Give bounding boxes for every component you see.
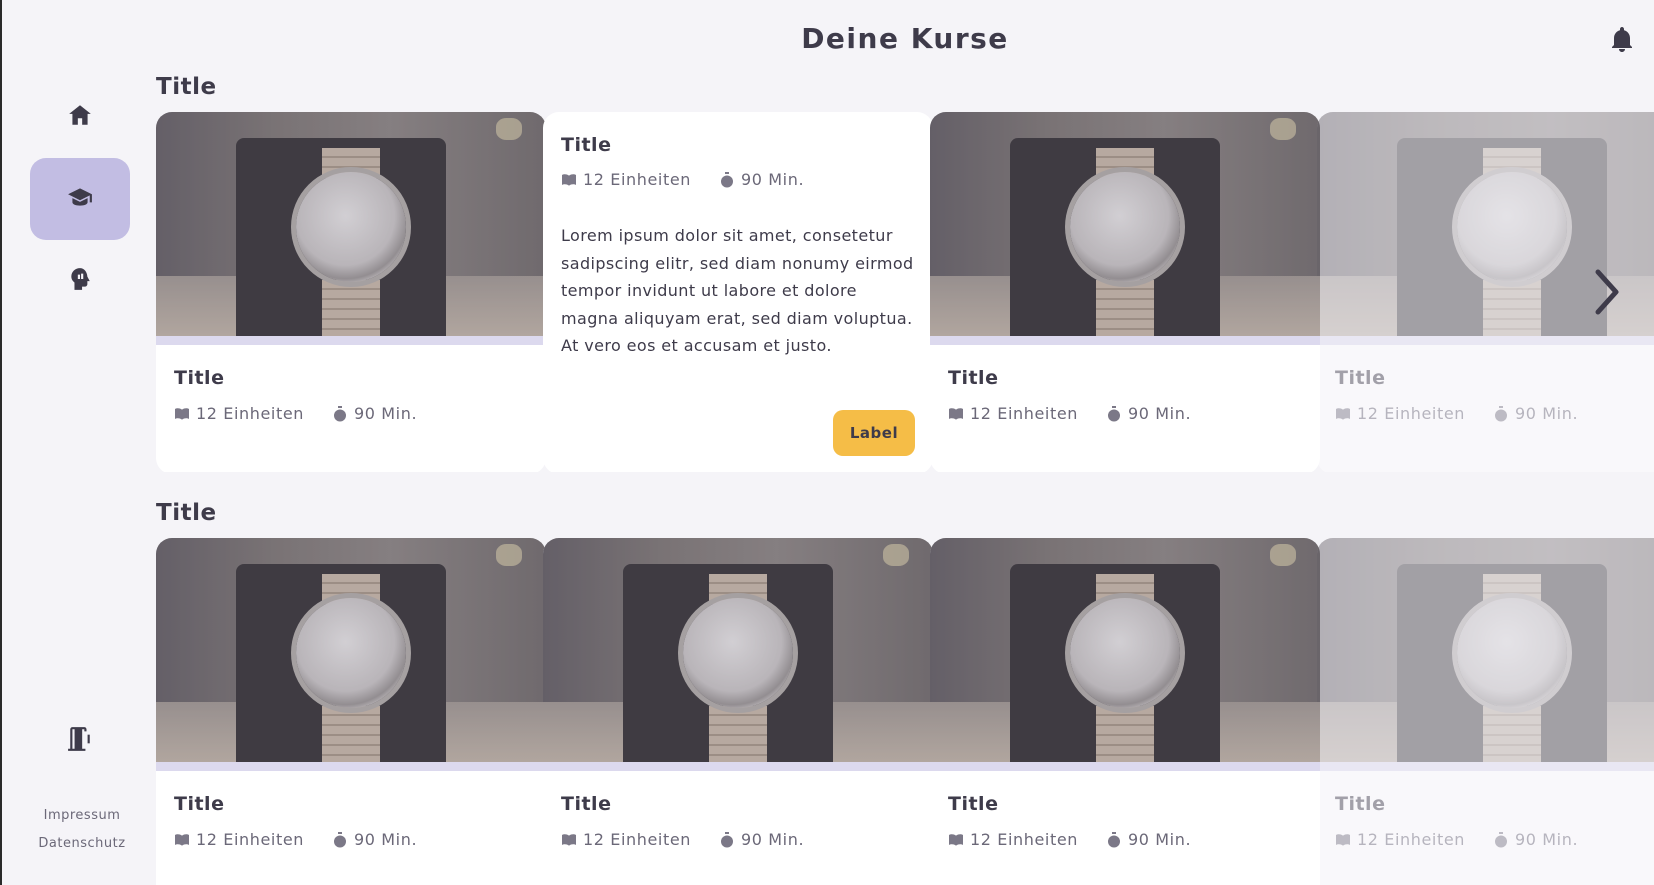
course-progress-bar xyxy=(930,762,1320,771)
course-progress-bar xyxy=(156,762,546,771)
course-card[interactable]: Title 12 Einheiten 90 Min. xyxy=(543,538,933,885)
course-duration: 90 Min. xyxy=(741,830,805,849)
course-meta: 12 Einheiten 90 Min. xyxy=(174,404,417,423)
course-title: Title xyxy=(948,367,999,389)
brain-head-icon xyxy=(67,266,93,296)
course-title: Title xyxy=(1335,793,1386,815)
course-units: 12 Einheiten xyxy=(196,404,305,423)
course-description: Lorem ipsum dolor sit amet, consetetur s… xyxy=(561,226,914,355)
course-progress-bar xyxy=(543,762,933,771)
course-title: Title xyxy=(948,793,999,815)
course-title: Title xyxy=(1335,367,1386,389)
course-progress-bar xyxy=(1317,336,1654,345)
book-icon xyxy=(948,406,964,422)
course-meta: 12 Einheiten 90 Min. xyxy=(1335,830,1578,849)
course-card[interactable]: Title 12 Einheiten 90 Min. xyxy=(930,112,1320,472)
course-duration: 90 Min. xyxy=(354,404,418,423)
course-image xyxy=(1317,538,1654,762)
bell-icon xyxy=(1610,27,1634,56)
section-title: Title xyxy=(156,500,217,526)
course-duration: 90 Min. xyxy=(1128,404,1192,423)
course-title: Title xyxy=(561,134,612,156)
course-card[interactable]: Title 12 Einheiten 90 Min. xyxy=(1317,538,1654,885)
exit-door-icon xyxy=(67,726,93,756)
course-progress-bar xyxy=(1317,762,1654,771)
course-units: 12 Einheiten xyxy=(196,830,305,849)
datenschutz-link[interactable]: Datenschutz xyxy=(2,836,162,851)
course-card[interactable]: Title 12 Einheiten 90 Min. xyxy=(930,538,1320,885)
course-image xyxy=(930,538,1320,762)
course-title: Title xyxy=(174,367,225,389)
sidebar: Impressum Datenschutz xyxy=(2,0,150,885)
book-icon xyxy=(948,832,964,848)
notifications-button[interactable] xyxy=(1610,26,1634,52)
course-label-button[interactable]: Label xyxy=(833,410,915,456)
course-duration: 90 Min. xyxy=(354,830,418,849)
logout-button[interactable] xyxy=(30,708,130,774)
course-duration: 90 Min. xyxy=(1515,830,1579,849)
course-progress-bar xyxy=(930,336,1320,345)
course-units: 12 Einheiten xyxy=(970,830,1079,849)
course-card[interactable]: Title 12 Einheiten 90 Min. xyxy=(156,538,546,885)
stopwatch-icon xyxy=(1106,405,1122,422)
stopwatch-icon xyxy=(719,831,735,848)
course-units: 12 Einheiten xyxy=(1357,830,1466,849)
course-duration: 90 Min. xyxy=(741,170,805,189)
book-icon xyxy=(561,172,577,188)
course-image xyxy=(930,112,1320,336)
book-icon xyxy=(1335,406,1351,422)
course-progress-bar xyxy=(156,336,546,345)
course-meta: 12 Einheiten 90 Min. xyxy=(174,830,417,849)
nav-courses[interactable] xyxy=(30,158,130,240)
stopwatch-icon xyxy=(332,405,348,422)
impressum-link[interactable]: Impressum xyxy=(2,808,162,823)
stopwatch-icon xyxy=(1493,831,1509,848)
course-units: 12 Einheiten xyxy=(583,830,692,849)
chevron-right-icon xyxy=(1592,269,1622,320)
stopwatch-icon xyxy=(719,171,735,188)
course-meta: 12 Einheiten 90 Min. xyxy=(561,830,804,849)
stopwatch-icon xyxy=(1106,831,1122,848)
stopwatch-icon xyxy=(332,831,348,848)
course-image xyxy=(156,538,546,762)
course-image xyxy=(543,538,933,762)
course-units: 12 Einheiten xyxy=(1357,404,1466,423)
nav-home[interactable] xyxy=(30,76,130,158)
book-icon xyxy=(1335,832,1351,848)
course-image xyxy=(156,112,546,336)
stopwatch-icon xyxy=(1493,405,1509,422)
course-duration: 90 Min. xyxy=(1515,404,1579,423)
course-card-expanded[interactable]: Title 12 Einheiten 90 Min. Lorem ipsum d… xyxy=(543,112,933,472)
graduation-cap-icon xyxy=(67,184,93,214)
book-icon xyxy=(174,406,190,422)
course-units: 12 Einheiten xyxy=(583,170,692,189)
course-row: Title 12 Einheiten 90 Min. Title 12 Einh… xyxy=(156,112,1654,472)
course-meta: 12 Einheiten 90 Min. xyxy=(948,830,1191,849)
book-icon xyxy=(174,832,190,848)
book-icon xyxy=(561,832,577,848)
course-card[interactable]: Title 12 Einheiten 90 Min. xyxy=(156,112,546,472)
course-units: 12 Einheiten xyxy=(970,404,1079,423)
section-title: Title xyxy=(156,74,217,100)
course-title: Title xyxy=(561,793,612,815)
carousel-next-button[interactable] xyxy=(1592,268,1622,316)
page-title: Deine Kurse xyxy=(801,22,1009,55)
course-row: Title 12 Einheiten 90 Min. Title 12 Einh… xyxy=(156,538,1654,885)
course-meta: 12 Einheiten 90 Min. xyxy=(948,404,1191,423)
course-title: Title xyxy=(174,793,225,815)
course-meta: 12 Einheiten 90 Min. xyxy=(561,170,804,189)
home-icon xyxy=(67,102,93,132)
course-meta: 12 Einheiten 90 Min. xyxy=(1335,404,1578,423)
course-duration: 90 Min. xyxy=(1128,830,1192,849)
nav-mind[interactable] xyxy=(30,240,130,322)
